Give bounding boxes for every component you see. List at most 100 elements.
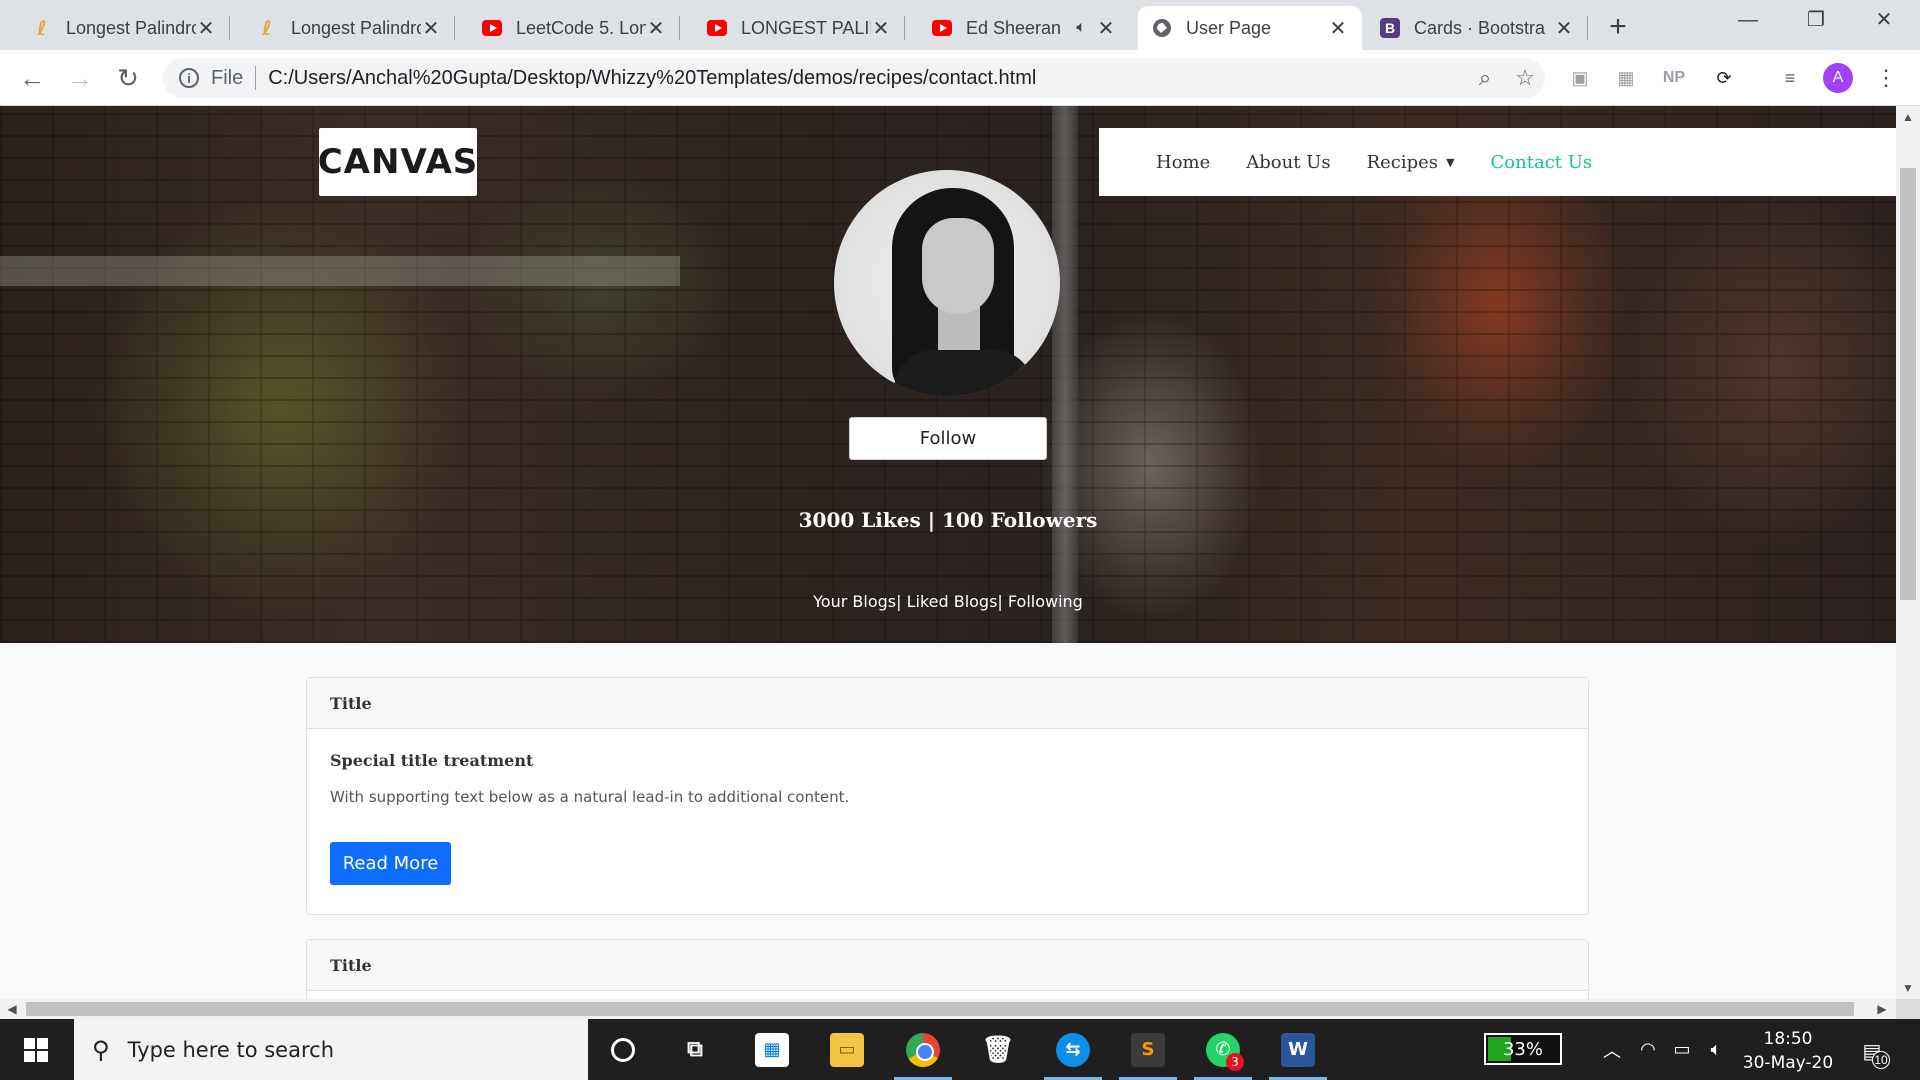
media-control-icon[interactable]: ≡ <box>1776 64 1804 92</box>
vertical-scroll-thumb[interactable] <box>1900 168 1916 600</box>
sync-extension-icon[interactable]: ⟳ <box>1710 64 1738 92</box>
scroll-right-arrow-icon[interactable]: ▶ <box>1872 999 1892 1019</box>
profile-avatar[interactable]: A <box>1823 63 1853 93</box>
notification-count: 10 <box>1872 1051 1890 1069</box>
youtube-icon <box>932 18 952 38</box>
back-arrow-icon[interactable]: ← <box>14 60 50 96</box>
taskbar-search[interactable]: ⚲ Type here to search <box>74 1019 588 1080</box>
taskbar-recycle-bin[interactable]: 🗑︎ <box>963 1019 1033 1080</box>
page-viewport: CANVAS Home About Us Recipes ▼ Contact U… <box>0 106 1896 999</box>
battery-indicator[interactable]: 33% <box>1484 1033 1562 1065</box>
url-text[interactable]: C:/Users/Anchal%20Gupta/Desktop/Whizzy%2… <box>268 67 1465 90</box>
reload-icon[interactable]: ↻ <box>110 60 146 96</box>
battery-tray-icon[interactable]: ▭ <box>1664 1019 1700 1080</box>
address-bar[interactable]: i File C:/Users/Anchal%20Gupta/Desktop/W… <box>163 58 1545 98</box>
nav-home[interactable]: Home <box>1156 152 1210 173</box>
card-text: With supporting text below as a natural … <box>330 788 850 806</box>
browser-tab-strip: ℓ Longest Palindro ✕ ℓ Longest Palindro … <box>0 0 1920 50</box>
tab-ed-sheeran[interactable]: Ed Sheeran 🔈︎ ✕ <box>918 6 1130 50</box>
close-icon[interactable]: ✕ <box>421 16 441 41</box>
browser-toolbar: ← → ↻ i File C:/Users/Anchal%20Gupta/Des… <box>0 50 1920 106</box>
leetcode-icon: ℓ <box>262 16 272 40</box>
minimize-icon[interactable]: — <box>1720 0 1776 40</box>
close-icon[interactable]: ✕ <box>1096 16 1116 41</box>
info-icon[interactable]: i <box>179 68 199 88</box>
taskbar-whatsapp[interactable]: ✆ 3 <box>1188 1019 1258 1080</box>
window-close-icon[interactable]: ✕ <box>1856 0 1912 40</box>
chevron-down-icon: ▼ <box>1446 155 1455 169</box>
menu-kebab-icon[interactable]: ⋮ <box>1872 64 1900 92</box>
action-center-button[interactable]: ▤ 10 <box>1852 1031 1892 1071</box>
tab-separator <box>454 16 455 40</box>
tab-longest-palindrome-1[interactable]: ℓ Longest Palindro ✕ <box>18 6 230 50</box>
horizontal-scroll-thumb[interactable] <box>26 1002 1854 1016</box>
tab-leetcode-video[interactable]: LeetCode 5. Lon ✕ <box>468 6 680 50</box>
taskbar-chrome[interactable] <box>888 1019 958 1080</box>
scroll-down-arrow-icon[interactable]: ▼ <box>1896 981 1920 995</box>
vertical-scrollbar[interactable]: ▲ ▼ <box>1896 106 1920 999</box>
nav-about-us[interactable]: About Us <box>1246 152 1330 173</box>
recycle-bin-icon: 🗑︎ <box>981 1034 1015 1065</box>
word-icon: W <box>1281 1032 1315 1067</box>
tab-separator <box>1587 16 1588 40</box>
nav-recipes[interactable]: Recipes ▼ <box>1367 152 1455 173</box>
windows-logo-icon <box>24 1037 48 1062</box>
profile-photo-shirt <box>894 350 1034 396</box>
profile-links[interactable]: Your Blogs| Liked Blogs| Following <box>700 592 1196 611</box>
restore-icon[interactable]: ❐ <box>1788 0 1844 40</box>
zoom-icon[interactable]: ⌕ <box>1465 65 1505 91</box>
card-header: Title <box>307 940 1588 991</box>
cortana-button[interactable] <box>588 1019 658 1080</box>
blog-card: Title Special title treatment With suppo… <box>306 677 1589 915</box>
cortana-icon <box>611 1037 635 1062</box>
bookmark-star-icon[interactable]: ☆ <box>1505 65 1545 91</box>
folder-icon: ▭ <box>830 1032 864 1067</box>
hero-banner: CANVAS Home About Us Recipes ▼ Contact U… <box>0 106 1896 643</box>
tab-title: Longest Palindro <box>291 17 421 38</box>
tab-title: LONGEST PALIN <box>741 17 871 38</box>
close-icon[interactable]: ✕ <box>1328 16 1348 41</box>
windows-taskbar: ⚲ Type here to search ⧉ ▦ ▭ 🗑︎ ⇆ S ✆ 3 W… <box>0 1019 1920 1080</box>
show-hidden-icons-chevron-icon[interactable]: ︿ <box>1594 1019 1630 1080</box>
system-clock[interactable]: 18:50 30-May-20 <box>1728 1027 1848 1075</box>
tab-title: Cards · Bootstra <box>1414 17 1546 38</box>
taskbar-word[interactable]: W <box>1263 1019 1333 1080</box>
task-view-button[interactable]: ⧉ <box>660 1019 730 1080</box>
taskbar-sublime-text[interactable]: S <box>1113 1019 1183 1080</box>
forward-arrow-icon[interactable]: → <box>62 60 98 96</box>
np-extension-icon[interactable]: NP <box>1660 64 1688 92</box>
taskbar-file-explorer[interactable]: ▭ <box>812 1019 882 1080</box>
read-more-button[interactable]: Read More <box>330 842 451 885</box>
site-logo[interactable]: CANVAS <box>318 128 477 196</box>
speaker-icon[interactable]: 🔈︎ <box>1076 19 1086 37</box>
close-icon[interactable]: ✕ <box>871 16 891 41</box>
clock-date: 30-May-20 <box>1742 1053 1834 1073</box>
tab-longest-palindrome-2[interactable]: ℓ Longest Palindro ✕ <box>243 6 455 50</box>
blog-card: Title <box>306 939 1589 999</box>
card-body: Special title treatment With supporting … <box>307 729 1588 907</box>
taskbar-teamviewer[interactable]: ⇆ <box>1038 1019 1108 1080</box>
background-pole <box>1052 106 1078 643</box>
start-button[interactable] <box>0 1019 72 1080</box>
leetcode-icon: ℓ <box>37 16 47 40</box>
background-window-ledge <box>0 256 680 286</box>
tab-title: Longest Palindro <box>66 17 196 38</box>
close-icon[interactable]: ✕ <box>1554 16 1574 41</box>
scroll-up-arrow-icon[interactable]: ▲ <box>1896 110 1920 124</box>
close-icon[interactable]: ✕ <box>646 16 666 41</box>
scroll-left-arrow-icon[interactable]: ◀ <box>2 999 22 1019</box>
new-tab-button[interactable]: + <box>1600 10 1636 46</box>
tab-bootstrap-cards[interactable]: B Cards · Bootstra ✕ <box>1366 6 1588 50</box>
tab-title: User Page <box>1186 17 1272 38</box>
tab-user-page[interactable]: User Page ✕ <box>1138 6 1362 50</box>
wifi-icon[interactable]: ◠ <box>1630 1019 1666 1080</box>
pocket-extension-icon[interactable]: ▣ <box>1566 64 1594 92</box>
horizontal-scrollbar[interactable]: ◀ ▶ <box>0 999 1896 1019</box>
close-icon[interactable]: ✕ <box>196 16 216 41</box>
profile-stats: 3000 Likes | 100 Followers <box>798 508 1098 532</box>
tab-longest-palin-video[interactable]: LONGEST PALIN ✕ <box>693 6 905 50</box>
extension-icon[interactable]: ▦ <box>1612 64 1640 92</box>
follow-button[interactable]: Follow <box>849 417 1047 460</box>
taskbar-store[interactable]: ▦ <box>737 1019 807 1080</box>
nav-contact-us[interactable]: Contact Us <box>1491 152 1593 173</box>
